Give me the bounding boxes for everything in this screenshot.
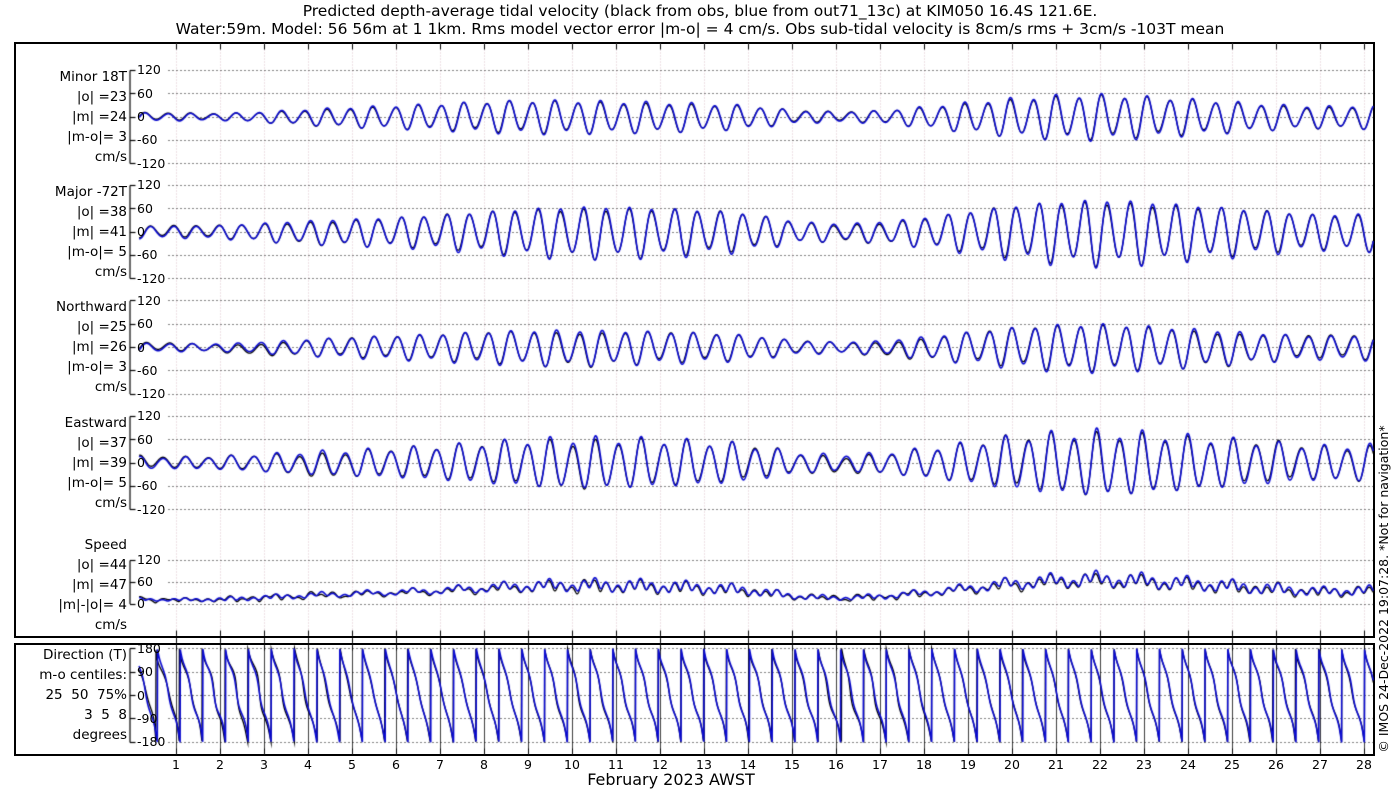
copyright-watermark: © IMOS 24-Dec-2022 19:07:28. *Not for na… [1376,425,1391,753]
x-axis-label: February 2023 AWST [587,770,755,789]
plot-canvas [0,0,1400,800]
